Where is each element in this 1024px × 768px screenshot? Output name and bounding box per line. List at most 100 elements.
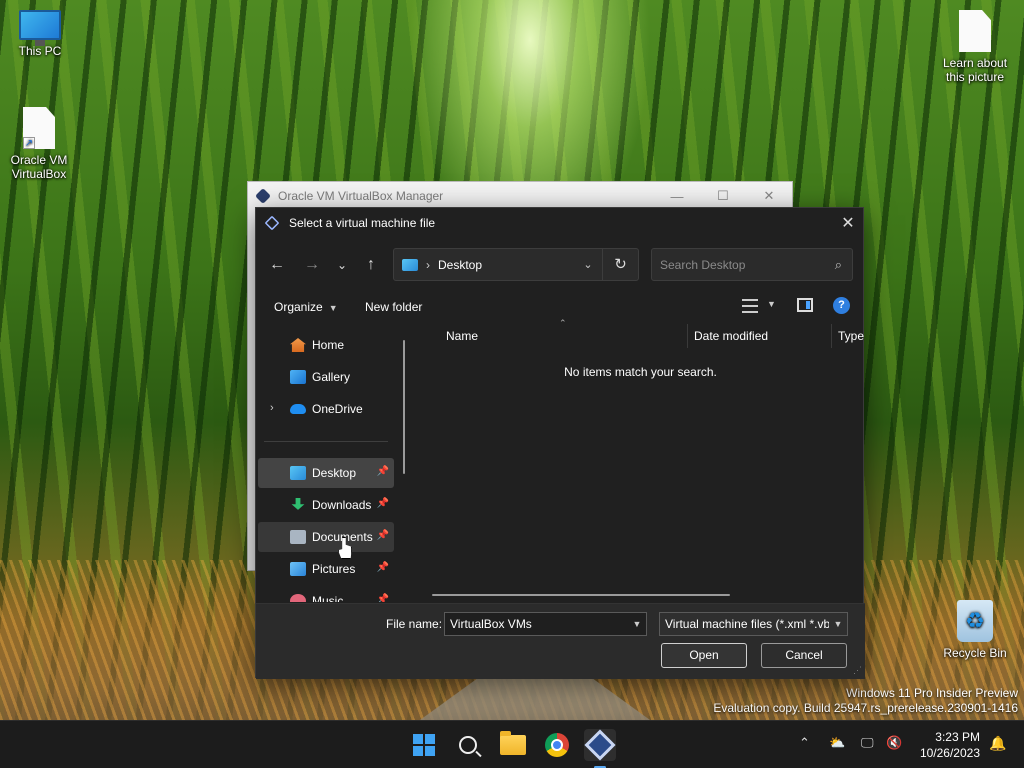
recent-locations-button[interactable]: ⌄ [330, 254, 354, 278]
sidebar-item-label: OneDrive [312, 402, 363, 416]
pin-icon: 📌 [376, 562, 389, 573]
sidebar-item-label: Music [312, 594, 344, 602]
address-dropdown-icon[interactable]: ⌄ [574, 258, 602, 271]
volume-muted-icon[interactable]: 🔇 [886, 736, 902, 751]
desktop-folder-icon [402, 258, 418, 271]
search-icon: ⌕ [834, 256, 842, 272]
navigation-pane[interactable]: Home Gallery › OneDrive Desktop 📌 Downlo… [256, 324, 406, 602]
column-type[interactable]: Type [838, 329, 864, 343]
file-name-value[interactable]: VirtualBox VMs [450, 617, 628, 631]
sidebar-item-onedrive[interactable]: › OneDrive [258, 394, 394, 424]
file-list-horizontal-scrollbar[interactable] [432, 594, 730, 596]
up-button[interactable]: ↑ [359, 254, 383, 278]
chevron-down-icon[interactable]: ▼ [829, 619, 847, 629]
dialog-footer: File name: VirtualBox VMs ▼ Virtual mach… [256, 603, 865, 679]
pin-icon: 📌 [376, 498, 389, 509]
vbox-window-title: Oracle VM VirtualBox Manager [278, 189, 444, 203]
sidebar-item-pictures[interactable]: Pictures 📌 [258, 554, 394, 584]
maximize-button[interactable]: ☐ [700, 188, 746, 204]
sidebar-item-desktop[interactable]: Desktop 📌 [258, 458, 394, 488]
chrome-icon [545, 733, 569, 757]
dialog-title: Select a virtual machine file [289, 216, 436, 230]
view-options-icon[interactable] [742, 299, 758, 313]
file-open-dialog[interactable]: Select a virtual machine file ✕ ← → ⌄ ↑ … [255, 207, 865, 679]
virtualbox-logo-icon [255, 188, 271, 204]
dialog-titlebar[interactable]: Select a virtual machine file ✕ [256, 208, 863, 238]
taskbar-search-button[interactable] [452, 729, 484, 761]
network-icon[interactable]: 🖵 [861, 736, 874, 751]
desktop-icon-virtualbox[interactable]: ↗ Oracle VM VirtualBox [1, 107, 77, 181]
forward-button[interactable]: → [300, 254, 324, 278]
expand-chevron-icon[interactable]: › [270, 402, 274, 414]
start-button[interactable] [408, 729, 440, 761]
sidebar-item-home[interactable]: Home [258, 330, 394, 360]
system-clock[interactable]: 3:23 PM 10/26/2023 [918, 729, 980, 761]
sidebar-item-label: Gallery [312, 370, 351, 384]
chrome-button[interactable] [541, 729, 573, 761]
address-bar[interactable]: › Desktop ⌄ ↻ [393, 248, 639, 281]
desktop-icon [290, 466, 306, 480]
sidebar-item-downloads[interactable]: Downloads 📌 [258, 490, 394, 520]
view-dropdown-icon[interactable]: ▼ [767, 299, 776, 309]
new-folder-button[interactable]: New folder [365, 300, 422, 314]
document-icon [290, 530, 306, 544]
sidebar-item-music[interactable]: Music 📌 [258, 586, 394, 602]
vbox-titlebar[interactable]: Oracle VM VirtualBox Manager — ☐ ✕ [248, 182, 792, 210]
sort-caret-icon: ⌃ [559, 318, 567, 328]
virtualbox-cube-icon [264, 215, 280, 231]
desktop-icon-label: Recycle Bin [943, 646, 1007, 660]
back-button[interactable]: ← [265, 254, 289, 278]
desktop-icon-this-pc[interactable]: This PC [2, 10, 78, 58]
desktop-icon-recycle-bin[interactable]: ♻ Recycle Bin [937, 600, 1013, 660]
music-icon [290, 594, 306, 602]
sidebar-scrollbar[interactable] [403, 340, 405, 474]
help-icon[interactable]: ? [833, 297, 850, 314]
minimize-button[interactable]: — [654, 189, 700, 204]
column-date-modified[interactable]: Date modified [694, 329, 768, 343]
breadcrumb-location[interactable]: Desktop [438, 258, 482, 272]
virtualbox-icon [584, 729, 616, 761]
search-box[interactable]: ⌕ [651, 248, 853, 281]
recycle-bin-icon: ♻ [957, 600, 993, 642]
organize-button[interactable]: Organize ▼ [274, 300, 338, 314]
network-offline-icon[interactable]: ⛅ [829, 736, 845, 751]
close-button[interactable]: ✕ [746, 188, 792, 204]
clock-time: 3:23 PM [935, 730, 980, 744]
resize-grip-icon[interactable]: ⋰ [853, 665, 862, 676]
pin-icon: 📌 [376, 466, 389, 477]
shortcut-file-icon: ↗ [23, 107, 55, 149]
desktop-icon-label: Learn about this picture [942, 56, 1008, 84]
pin-icon: 📌 [376, 594, 389, 602]
cloud-icon [290, 404, 306, 414]
navigation-bar: ← → ⌄ ↑ › Desktop ⌄ ↻ ⌕ [256, 248, 865, 282]
breadcrumb-separator-icon: › [426, 257, 430, 272]
cancel-button[interactable]: Cancel [761, 643, 847, 668]
gallery-icon [290, 370, 306, 384]
refresh-button[interactable]: ↻ [602, 249, 638, 280]
search-icon [459, 736, 477, 754]
preview-pane-icon[interactable] [797, 298, 813, 312]
file-type-select[interactable]: Virtual machine files (*.xml *.vbox) ▼ [659, 612, 848, 636]
column-name[interactable]: Name [446, 329, 478, 343]
pin-icon: 📌 [376, 530, 389, 541]
file-explorer-button[interactable] [497, 729, 529, 761]
sidebar-item-label: Home [312, 338, 345, 352]
open-button[interactable]: Open [661, 643, 747, 668]
sidebar-item-gallery[interactable]: Gallery [258, 362, 394, 392]
empty-list-message: No items match your search. [564, 365, 717, 379]
column-divider[interactable] [687, 324, 688, 348]
virtualbox-taskbar-button[interactable] [584, 729, 616, 761]
search-input[interactable] [660, 257, 835, 272]
column-divider[interactable] [831, 324, 832, 348]
desktop-icon-learn-picture[interactable]: Learn about this picture [937, 10, 1013, 84]
chevron-down-icon[interactable]: ▼ [628, 619, 646, 629]
show-hidden-icons-chevron-icon[interactable]: ⌃ [799, 736, 810, 751]
dialog-close-button[interactable]: ✕ [833, 213, 863, 233]
sidebar-item-documents[interactable]: Documents 📌 [258, 522, 394, 552]
desktop-icon-label: Oracle VM VirtualBox [10, 153, 68, 181]
file-name-combobox[interactable]: VirtualBox VMs ▼ [444, 612, 647, 636]
chevron-down-icon: ▼ [328, 303, 338, 313]
notification-bell-icon[interactable]: 🔔 [989, 736, 1006, 752]
watermark-line-2: Evaluation copy. Build 25947.rs_prerelea… [713, 701, 1018, 715]
pictures-icon [290, 562, 306, 576]
